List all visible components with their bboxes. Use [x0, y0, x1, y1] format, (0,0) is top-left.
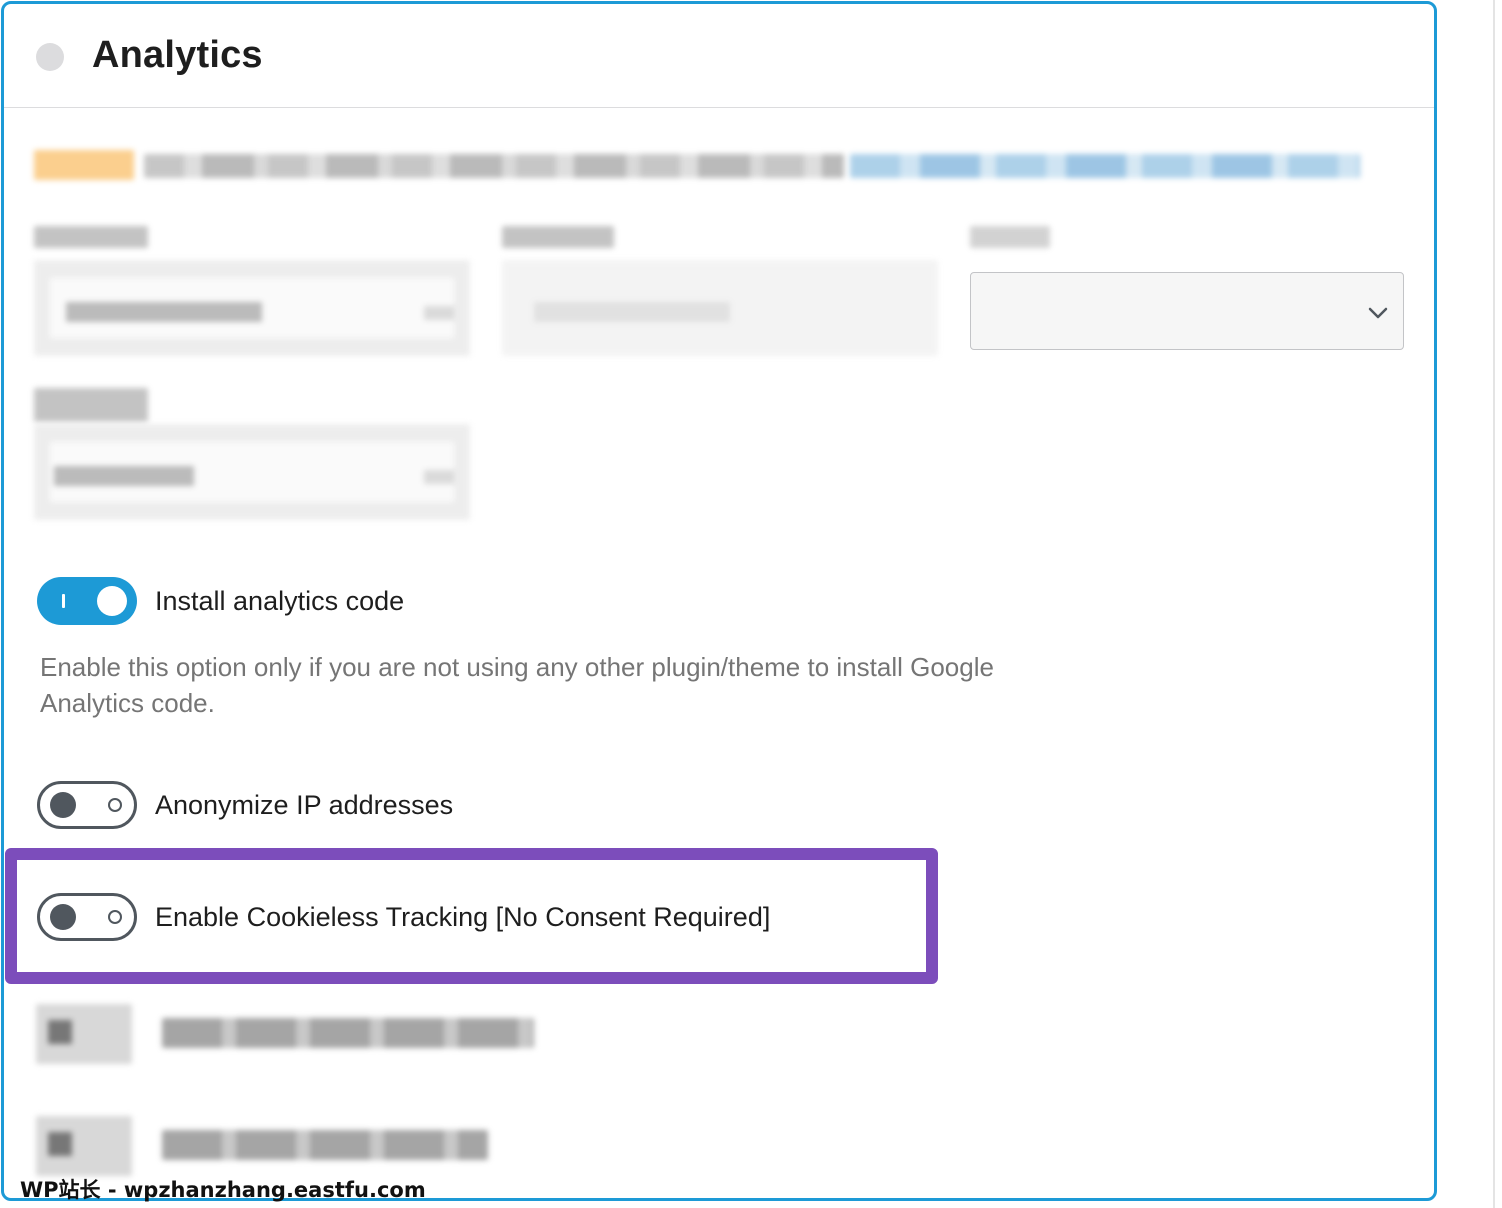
- blurred-toggle[interactable]: [36, 1004, 132, 1064]
- blurred-field-label: [970, 226, 1050, 248]
- install-analytics-code-label: Install analytics code: [155, 586, 405, 616]
- blurred-notice-link[interactable]: [850, 154, 1360, 178]
- blurred-field-label: [34, 226, 148, 248]
- install-analytics-code-help: Enable this option only if you are not u…: [40, 652, 994, 718]
- blurred-toggle[interactable]: [36, 1116, 132, 1176]
- blurred-field-label: [34, 388, 148, 422]
- scrollbar-track[interactable]: [1493, 0, 1495, 1208]
- anonymize-ip-toggle[interactable]: [37, 781, 137, 829]
- watermark: WP站长 - wpzhanzhang.eastfu.com: [20, 1178, 426, 1202]
- anonymize-ip-label: Anonymize IP addresses: [155, 790, 454, 820]
- blurred-option-label: [162, 1130, 488, 1160]
- panel-title: Analytics: [92, 34, 263, 76]
- install-analytics-code-toggle[interactable]: [37, 577, 137, 625]
- blurred-notice-badge: [34, 150, 134, 180]
- blurred-field-label: [502, 226, 614, 248]
- chevron-down-icon[interactable]: [1367, 302, 1389, 324]
- blurred-notice-text: [144, 154, 844, 178]
- analytics-settings-panel: Analytics Install analytics code Enable …: [1, 1, 1437, 1201]
- blurred-input-field[interactable]: [34, 424, 470, 520]
- highlight-box: [5, 848, 938, 984]
- status-dot-icon: [36, 43, 64, 71]
- panel-header: Analytics: [4, 4, 1434, 108]
- blurred-input-field[interactable]: [502, 260, 938, 356]
- blurred-option-label: [162, 1018, 534, 1048]
- blurred-select-field[interactable]: [970, 272, 1404, 350]
- blurred-input-field[interactable]: [34, 260, 470, 356]
